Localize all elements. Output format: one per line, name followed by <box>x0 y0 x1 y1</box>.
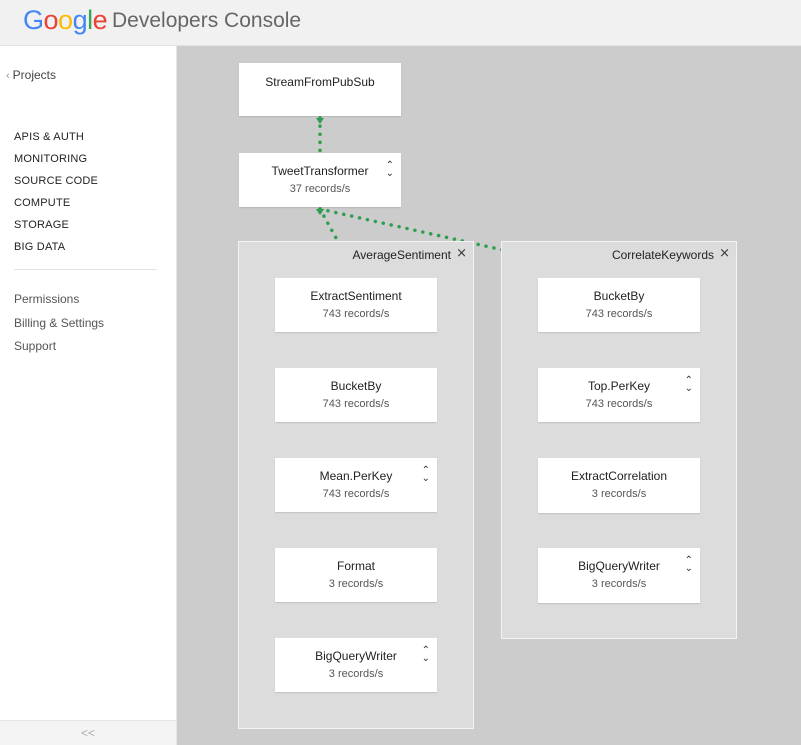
node-rate: 743 records/s <box>585 398 653 410</box>
node-rate: 37 records/s <box>289 183 351 195</box>
expand-collapse-icon[interactable]: ⌃ ⌄ <box>422 466 430 484</box>
node-name: ExtractSentiment <box>310 289 402 303</box>
node-big-query-writer-2[interactable]: BigQueryWriter 3 records/s ⌃ ⌄ <box>538 548 700 603</box>
projects-label: Projects <box>12 68 57 82</box>
product-name: Developers Console <box>112 9 302 32</box>
node-name: BucketBy <box>593 289 645 303</box>
expand-collapse-icon[interactable]: ⌃ ⌄ <box>386 161 394 179</box>
node-rate: 3 records/s <box>328 668 384 680</box>
node-bucket-by-2[interactable]: BucketBy 743 records/s <box>538 278 700 332</box>
node-rate: 3 records/s <box>591 578 647 590</box>
group-title: AverageSentiment <box>352 248 451 262</box>
nav-item-support[interactable]: Support <box>14 335 104 359</box>
nav-item-compute[interactable]: COMPUTE <box>14 192 98 214</box>
nav-item-big-data[interactable]: BIG DATA <box>14 236 98 258</box>
node-name: Mean.PerKey <box>319 469 393 483</box>
expand-collapse-icon[interactable]: ⌃ ⌄ <box>685 556 693 574</box>
projects-link[interactable]: ‹ Projects <box>6 68 56 82</box>
expand-collapse-icon[interactable]: ⌃ ⌄ <box>685 376 693 394</box>
edge-arrow-icon <box>316 118 324 124</box>
nav-divider <box>14 269 157 270</box>
collapse-sidebar-button[interactable]: << <box>0 720 176 745</box>
node-top-per-key[interactable]: Top.PerKey 743 records/s ⌃ ⌄ <box>538 368 700 422</box>
nav-item-source-code[interactable]: SOURCE CODE <box>14 170 98 192</box>
node-rate: 743 records/s <box>322 398 390 410</box>
google-logo[interactable]: Google <box>23 4 108 36</box>
node-rate: 3 records/s <box>328 578 384 590</box>
nav-item-apis-auth[interactable]: APIS & AUTH <box>14 126 98 148</box>
nav-item-billing-settings[interactable]: Billing & Settings <box>14 312 104 336</box>
expand-collapse-icon[interactable]: ⌃ ⌄ <box>422 646 430 664</box>
node-extract-sentiment[interactable]: ExtractSentiment 743 records/s <box>275 278 437 332</box>
node-rate: 743 records/s <box>322 488 390 500</box>
logo-letter: o <box>58 5 73 35</box>
node-extract-correlation[interactable]: ExtractCorrelation 3 records/s <box>538 458 700 513</box>
node-mean-per-key[interactable]: Mean.PerKey 743 records/s ⌃ ⌄ <box>275 458 437 512</box>
edge-arrow-icon <box>316 209 324 215</box>
node-bucket-by[interactable]: BucketBy 743 records/s <box>275 368 437 422</box>
primary-nav: APIS & AUTH MONITORING SOURCE CODE COMPU… <box>14 126 98 258</box>
node-name: ExtractCorrelation <box>570 469 668 483</box>
nav-item-monitoring[interactable]: MONITORING <box>14 148 98 170</box>
node-rate: 743 records/s <box>322 308 390 320</box>
node-stream-from-pubsub[interactable]: StreamFromPubSub <box>239 63 401 116</box>
node-name: BigQueryWriter <box>578 559 660 573</box>
logo-letter: G <box>23 5 44 35</box>
collapse-group-icon[interactable]: ⨯ <box>719 246 730 260</box>
node-name: BigQueryWriter <box>315 649 397 663</box>
pipeline-graph-canvas[interactable]: StreamFromPubSub TweetTransformer 37 rec… <box>177 46 801 745</box>
nav-item-permissions[interactable]: Permissions <box>14 288 104 312</box>
node-name: TweetTransformer <box>271 164 369 178</box>
node-name: StreamFromPubSub <box>265 75 375 89</box>
sidebar: ‹ Projects APIS & AUTH MONITORING SOURCE … <box>0 46 177 745</box>
node-big-query-writer[interactable]: BigQueryWriter 3 records/s ⌃ ⌄ <box>275 638 437 692</box>
node-name: BucketBy <box>330 379 382 393</box>
logo-letter: g <box>72 5 88 35</box>
node-rate: 743 records/s <box>585 308 653 320</box>
node-tweet-transformer[interactable]: TweetTransformer 37 records/s ⌃ ⌄ <box>239 153 401 207</box>
collapse-group-icon[interactable]: ⨯ <box>456 246 467 260</box>
logo-letter: e <box>92 5 108 35</box>
logo-letter: o <box>43 5 59 35</box>
node-rate: 3 records/s <box>591 488 647 500</box>
chevron-left-icon: ‹ <box>6 70 10 82</box>
header-bar: Google Developers Console <box>0 0 801 46</box>
node-name: Format <box>336 559 375 573</box>
node-format[interactable]: Format 3 records/s <box>275 548 437 602</box>
group-title: CorrelateKeywords <box>611 248 714 262</box>
node-name: Top.PerKey <box>587 379 651 393</box>
secondary-nav: Permissions Billing & Settings Support <box>14 288 104 359</box>
nav-item-storage[interactable]: STORAGE <box>14 214 98 236</box>
